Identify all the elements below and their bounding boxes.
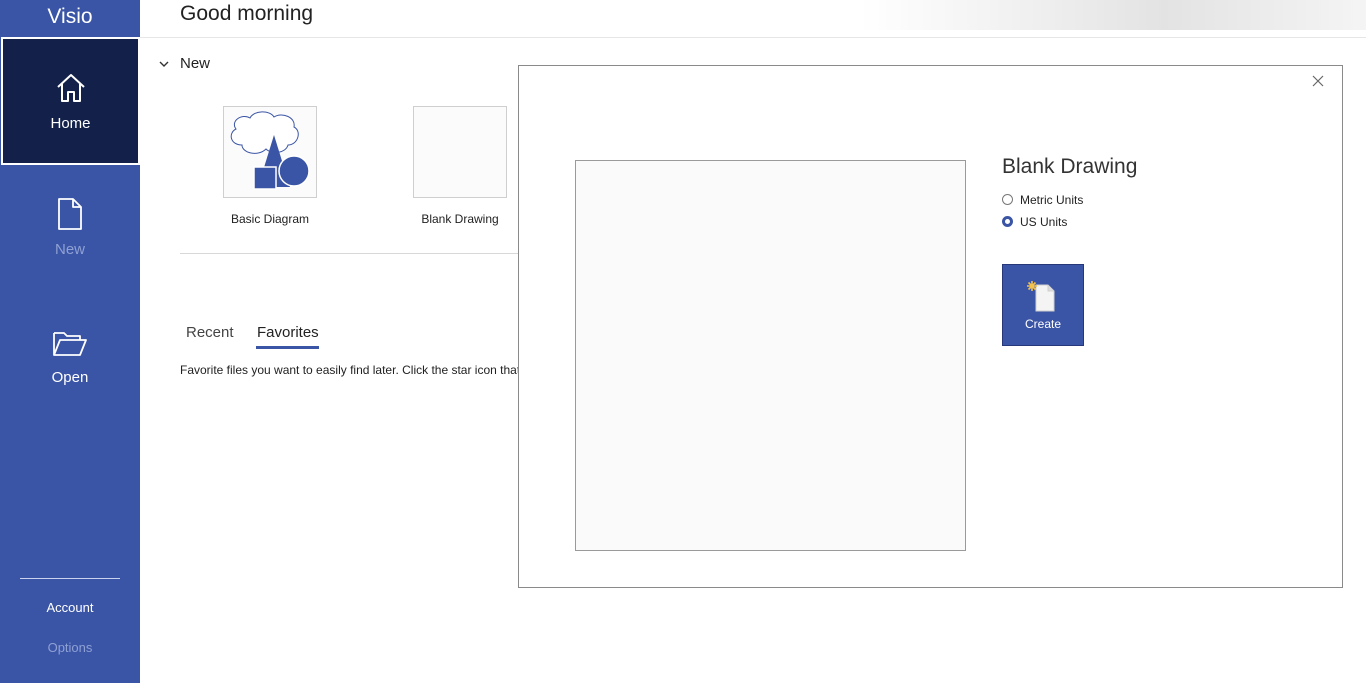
sidebar: Visio Home New Open Account Options: [0, 0, 140, 683]
new-file-sparkle-icon: [1026, 279, 1060, 318]
nav-account[interactable]: Account: [0, 600, 140, 615]
create-button[interactable]: Create: [1002, 264, 1084, 346]
blank-drawing-thumbnail: [413, 106, 507, 198]
us-units-label: US Units: [1020, 215, 1068, 229]
home-icon: [54, 71, 88, 110]
tab-recent[interactable]: Recent: [186, 324, 234, 341]
template-label: Basic Diagram: [230, 212, 310, 226]
tab-favorites[interactable]: Favorites: [257, 324, 319, 341]
nav-open-label: Open: [51, 369, 89, 386]
drawing-preview: [575, 160, 966, 551]
close-icon[interactable]: [1311, 74, 1325, 88]
nav-options[interactable]: Options: [0, 640, 140, 655]
favorites-description: Favorite files you want to easily find l…: [180, 363, 518, 377]
new-section-heading: New: [180, 55, 211, 72]
metric-units-label: Metric Units: [1020, 193, 1084, 207]
folder-open-icon: [52, 329, 88, 362]
dialog-title: Blank Drawing: [1002, 155, 1138, 178]
nav-open[interactable]: Open: [0, 293, 140, 421]
header-divider: [140, 37, 1366, 38]
nav-new[interactable]: New: [0, 165, 140, 293]
header-decoration: [860, 0, 1366, 30]
radio-selected[interactable]: [1002, 216, 1013, 227]
app-title: Visio: [47, 5, 93, 28]
template-basic-diagram[interactable]: Basic Diagram: [180, 106, 360, 226]
nav-home-label: Home: [50, 115, 91, 132]
nav-new-label: New: [54, 241, 85, 258]
tab-selected-indicator: [256, 346, 319, 349]
nav-home[interactable]: Home: [1, 37, 140, 165]
basic-diagram-thumbnail: [223, 106, 317, 198]
create-label: Create: [1024, 317, 1062, 331]
sidebar-divider: [20, 578, 120, 579]
page-title: Good morning: [180, 2, 314, 25]
radio-unselected[interactable]: [1002, 194, 1013, 205]
chevron-down-icon[interactable]: [157, 57, 171, 71]
new-document-icon: [57, 197, 83, 236]
template-preview-dialog: Blank Drawing Metric Units US Units Crea…: [518, 65, 1343, 588]
section-divider: [180, 253, 520, 254]
